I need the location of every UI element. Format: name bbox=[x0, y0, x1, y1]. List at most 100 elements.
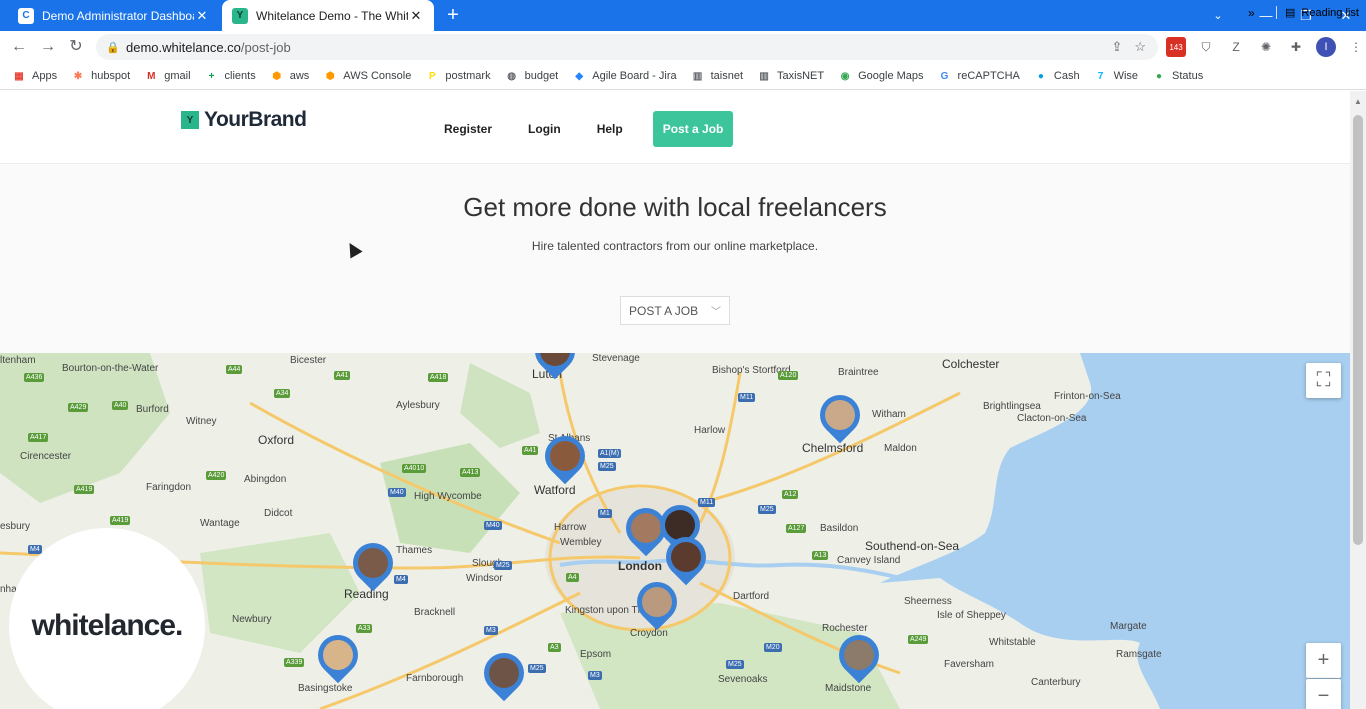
bookmark-taisnet[interactable]: ▥ taisnet bbox=[691, 69, 743, 83]
wise-logo-icon: 7 bbox=[1097, 70, 1104, 82]
lock-icon[interactable]: 🔒 bbox=[106, 41, 120, 54]
puzzle-icon[interactable]: ✚ bbox=[1286, 37, 1306, 57]
map-place-label: esbury bbox=[0, 521, 31, 532]
plus-box-icon: + bbox=[208, 70, 215, 82]
map-place-label: Wembley bbox=[560, 537, 602, 548]
shield-extension-icon[interactable]: ⛉ bbox=[1196, 37, 1216, 57]
bookmark-label: Agile Board - Jira bbox=[592, 70, 677, 82]
road-shield: A420 bbox=[206, 471, 227, 480]
freelancer-pin[interactable] bbox=[475, 644, 533, 705]
bookmark-hubspot[interactable]: ✱ hubspot bbox=[71, 69, 130, 83]
bookmark-status[interactable]: ● Status bbox=[1152, 69, 1203, 83]
post-job-dropdown[interactable]: POST A JOB ﹀ bbox=[620, 296, 730, 325]
freelancer-pin[interactable] bbox=[309, 626, 367, 687]
map-place-label: Basildon bbox=[820, 523, 859, 534]
scroll-up-icon[interactable]: ▲ bbox=[1354, 97, 1362, 106]
page-scrollbar[interactable]: ▲ bbox=[1350, 91, 1366, 709]
freelancer-pin[interactable] bbox=[628, 573, 686, 634]
freelancer-pin[interactable] bbox=[536, 427, 594, 488]
bookmark-wise[interactable]: 7 Wise bbox=[1094, 69, 1138, 83]
forward-arrow-icon[interactable]: → bbox=[37, 36, 59, 58]
road-shield: M3 bbox=[588, 671, 602, 680]
scrollbar-thumb[interactable] bbox=[1353, 115, 1363, 545]
bookmark-taxisnet[interactable]: ▥ TaxisNET bbox=[757, 69, 824, 83]
map-place-label: Clacton-on-Sea bbox=[1017, 413, 1087, 424]
map-place-label: Abingdon bbox=[244, 474, 287, 485]
map-place-label: Wantage bbox=[200, 518, 240, 529]
z-extension-icon[interactable]: Z bbox=[1226, 37, 1246, 57]
menu-kebab-icon[interactable]: ⋮ bbox=[1346, 37, 1366, 57]
whitelance-logo: whitelance. bbox=[31, 609, 184, 642]
bookmark-label: AWS Console bbox=[343, 70, 412, 82]
freelancer-avatar bbox=[671, 542, 701, 572]
nav-help-link[interactable]: Help bbox=[597, 122, 623, 136]
zoom-in-button[interactable]: + bbox=[1306, 643, 1341, 678]
map-place-label: Witney bbox=[186, 416, 217, 427]
road-shield: A4010 bbox=[402, 464, 427, 473]
nav-login-link[interactable]: Login bbox=[528, 122, 561, 136]
bookmark-postmark[interactable]: Ppostmark bbox=[425, 69, 491, 83]
bookmark-star-icon[interactable]: ☆ bbox=[1134, 39, 1146, 55]
url-host: demo.whitelance.co bbox=[126, 39, 241, 55]
address-bar[interactable]: 🔒 demo.whitelance.co /post-job ⇪ ☆ bbox=[96, 34, 1158, 60]
reload-icon[interactable]: ↻ bbox=[65, 36, 87, 58]
freelancer-map[interactable]: ltenham Bourton-on-the-Water Bicester Luton… bbox=[0, 353, 1350, 709]
back-arrow-icon[interactable]: ← bbox=[8, 36, 30, 58]
bookmark-aws-console[interactable]: ⬢ AWS Console bbox=[323, 69, 411, 83]
freelancer-pin[interactable] bbox=[526, 353, 584, 383]
gear-extension-icon[interactable]: ✺ bbox=[1256, 37, 1276, 57]
brand-logo[interactable]: Y YourBrand bbox=[181, 108, 307, 132]
forest-area bbox=[460, 363, 540, 448]
road-shield: A44 bbox=[226, 365, 243, 374]
map-place-label: Southend-on-Sea bbox=[865, 539, 960, 553]
fullscreen-icon[interactable]: ⛶ bbox=[1306, 363, 1341, 398]
tab-whitelance-demo[interactable]: Y Whitelance Demo - The White La ✕ bbox=[222, 0, 434, 31]
bookmark-recaptcha[interactable]: GreCAPTCHA bbox=[938, 69, 1020, 83]
bookmark-label: aws bbox=[289, 70, 310, 82]
tab-favicon-icon: C bbox=[18, 7, 34, 24]
reading-list-button[interactable]: ▤ Reading list bbox=[1276, 6, 1359, 19]
calendar-extension-icon[interactable]: 143 bbox=[1166, 37, 1186, 57]
bookmark-gmail[interactable]: Mgmail bbox=[144, 69, 190, 83]
share-icon[interactable]: ⇪ bbox=[1111, 39, 1122, 55]
more-bookmarks-icon[interactable]: » bbox=[1248, 6, 1255, 20]
tab-title: Demo Administrator Dashboard bbox=[42, 8, 194, 23]
road-shield: A12 bbox=[782, 490, 799, 499]
freelancer-pin[interactable] bbox=[344, 534, 402, 595]
tab-search-chevron-icon[interactable]: ⌄ bbox=[1198, 0, 1238, 31]
bookmark-label: Wise bbox=[1113, 70, 1139, 82]
freelancer-pin[interactable] bbox=[830, 626, 888, 687]
bookmark-aws[interactable]: ⬢ aws bbox=[270, 69, 310, 83]
bookmark-clients[interactable]: + clients bbox=[205, 69, 256, 83]
freelancer-avatar bbox=[323, 640, 353, 670]
tab-admin-dashboard[interactable]: C Demo Administrator Dashboard ✕ bbox=[8, 0, 220, 31]
new-tab-button[interactable]: + bbox=[442, 4, 464, 26]
road-shield: A436 bbox=[24, 373, 45, 382]
bookmark-agile-board-jira[interactable]: ◆ Agile Board - Jira bbox=[572, 69, 676, 83]
bookmark-cash[interactable]: ● Cash bbox=[1034, 69, 1080, 83]
post-a-job-button[interactable]: Post a Job bbox=[652, 111, 734, 147]
bookmark-label: clients bbox=[224, 70, 256, 82]
map-place-label: Sevenoaks bbox=[718, 674, 768, 685]
site-header: Y YourBrand Register Login Help Post a J… bbox=[0, 91, 1350, 164]
close-icon[interactable]: ✕ bbox=[194, 8, 210, 24]
building-icon: ▥ bbox=[692, 70, 703, 82]
profile-avatar[interactable]: I bbox=[1316, 37, 1336, 57]
close-icon[interactable]: ✕ bbox=[408, 8, 424, 24]
bookmark-apps[interactable]: ▦ Apps bbox=[12, 69, 57, 83]
map-place-label: Faversham bbox=[944, 659, 995, 670]
zoom-out-button[interactable]: − bbox=[1306, 679, 1341, 709]
road-shield: A417 bbox=[28, 433, 49, 442]
freelancer-pin[interactable] bbox=[811, 386, 869, 447]
main-nav: Register Login Help Post a Job bbox=[426, 111, 751, 147]
bookmark-label: Google Maps bbox=[858, 70, 924, 82]
freelancer-avatar bbox=[665, 510, 695, 540]
road-shield: M11 bbox=[698, 498, 716, 507]
road-shield: A13 bbox=[812, 551, 829, 560]
nav-register-link[interactable]: Register bbox=[444, 122, 492, 136]
bookmark-google-maps[interactable]: ◉ Google Maps bbox=[838, 69, 924, 83]
road-shield: A4 bbox=[566, 573, 579, 582]
bookmark-label: taisnet bbox=[710, 70, 744, 82]
browser-toolbar: ← → ↻ 🔒 demo.whitelance.co /post-job ⇪ ☆… bbox=[0, 31, 1366, 63]
bookmark-budget[interactable]: ◍ budget bbox=[505, 69, 558, 83]
